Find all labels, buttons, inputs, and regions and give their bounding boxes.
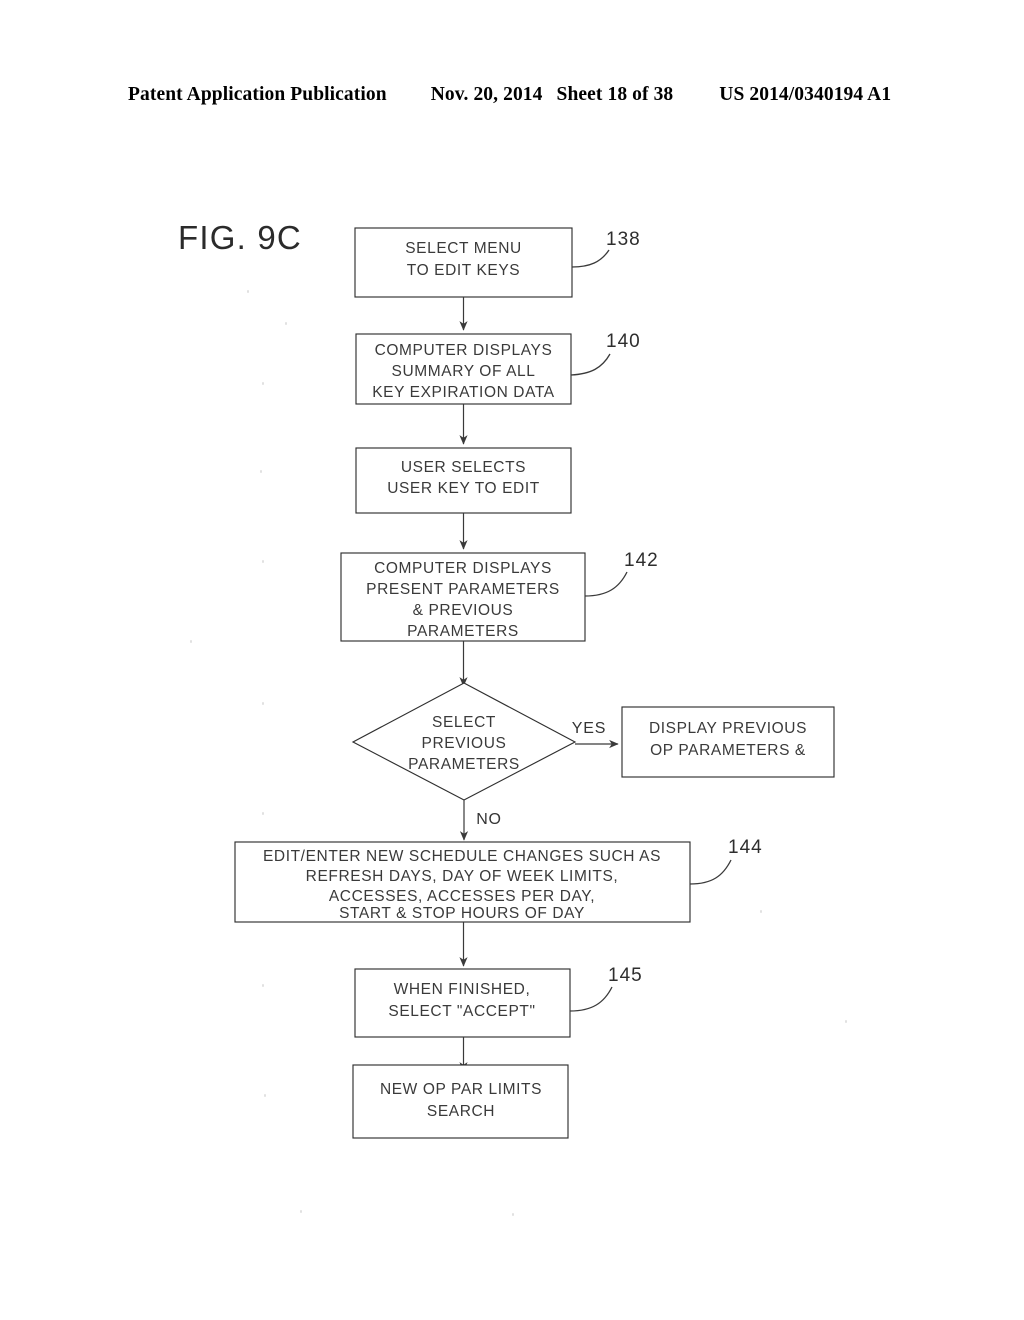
node-line: OP PARAMETERS & <box>650 742 806 759</box>
node-edit-enter-new-schedule-changes: EDIT/ENTER NEW SCHEDULE CHANGES SUCH AS … <box>234 837 763 923</box>
reference-number-144: 144 <box>728 837 763 858</box>
node-line: DISPLAY PREVIOUS <box>649 720 807 737</box>
scan-speckle <box>262 984 264 987</box>
scan-speckle <box>512 1213 514 1216</box>
node-display-previous-op-parameters: DISPLAY PREVIOUS OP PARAMETERS & <box>621 706 835 778</box>
scan-speckle <box>285 322 287 325</box>
scan-speckle <box>262 382 264 385</box>
node-line: SELECT <box>432 714 496 731</box>
leader-line-140 <box>570 353 611 376</box>
node-computer-displays-summary: COMPUTER DISPLAYS SUMMARY OF ALL KEY EXP… <box>355 331 641 405</box>
node-select-menu-to-edit-keys: SELECT MENU TO EDIT KEYS 138 <box>354 227 641 298</box>
node-line: USER KEY TO EDIT <box>387 480 540 497</box>
node-line: SELECT MENU <box>405 240 522 257</box>
node-computer-displays-present-parameters: COMPUTER DISPLAYS PRESENT PARAMETERS & P… <box>340 550 659 642</box>
node-line: NEW OP PAR LIMITS <box>380 1081 542 1098</box>
node-line: & PREVIOUS <box>413 602 514 619</box>
node-line: PARAMETERS <box>408 756 520 773</box>
node-line: SUMMARY OF ALL <box>392 363 536 380</box>
node-box <box>352 1064 569 1139</box>
leader-line-145 <box>569 986 613 1012</box>
branch-label-no: NO <box>476 811 502 828</box>
scan-speckle <box>760 910 762 913</box>
reference-number-142: 142 <box>624 550 659 571</box>
node-line: ACCESSES, ACCESSES PER DAY, <box>329 888 595 905</box>
node-line: WHEN FINISHED, <box>394 981 531 998</box>
branch-label-yes: YES <box>572 720 606 737</box>
node-line: SEARCH <box>427 1103 495 1120</box>
node-line: PARAMETERS <box>407 623 519 640</box>
node-line: COMPUTER DISPLAYS <box>374 560 552 577</box>
node-when-finished-select-accept: WHEN FINISHED, SELECT "ACCEPT" 145 <box>354 965 643 1038</box>
scan-speckle <box>247 290 249 293</box>
node-line: START & STOP HOURS OF DAY <box>339 905 585 922</box>
node-new-op-par-limits-search: NEW OP PAR LIMITS SEARCH <box>352 1064 569 1139</box>
leader-line-138 <box>571 249 610 268</box>
node-decision-select-previous-parameters: SELECT PREVIOUS PARAMETERS <box>351 682 577 801</box>
scan-speckle <box>300 1210 302 1213</box>
reference-number-145: 145 <box>608 965 643 986</box>
node-user-selects-user-key-to-edit: USER SELECTS USER KEY TO EDIT <box>355 447 572 514</box>
node-line: USER SELECTS <box>401 459 526 476</box>
scan-speckle <box>845 1020 847 1023</box>
node-line: REFRESH DAYS, DAY OF WEEK LIMITS, <box>306 868 619 885</box>
leader-line-142 <box>584 571 628 597</box>
node-line: EDIT/ENTER NEW SCHEDULE CHANGES SUCH AS <box>263 848 661 865</box>
flowchart-diagram: SELECT MENU TO EDIT KEYS 138 COMPUTER DI… <box>234 227 835 1139</box>
scan-speckle <box>190 640 192 643</box>
scan-speckle <box>262 812 264 815</box>
reference-number-138: 138 <box>606 229 641 250</box>
patent-drawing-page: Patent Application Publication Nov. 20, … <box>0 0 1024 1320</box>
scan-speckle <box>260 470 262 473</box>
scan-speckle <box>262 702 264 705</box>
scan-speckle <box>262 560 264 563</box>
node-line: SELECT "ACCEPT" <box>388 1003 535 1020</box>
node-line: PREVIOUS <box>422 735 507 752</box>
reference-number-140: 140 <box>606 331 641 352</box>
node-line: PRESENT PARAMETERS <box>366 581 560 598</box>
node-line: TO EDIT KEYS <box>407 262 520 279</box>
scan-speckle <box>264 1094 266 1097</box>
node-line: KEY EXPIRATION DATA <box>372 384 555 401</box>
leader-line-144 <box>689 859 732 885</box>
node-line: COMPUTER DISPLAYS <box>375 342 553 359</box>
